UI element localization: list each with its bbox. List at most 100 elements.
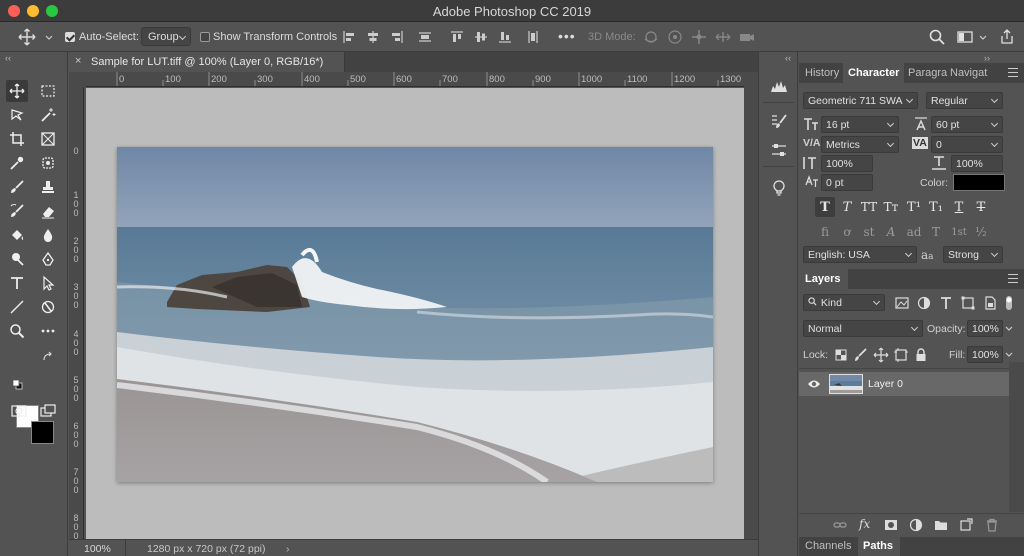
lasso-tool-icon[interactable] bbox=[6, 104, 28, 126]
layers-scrollbar[interactable] bbox=[1009, 362, 1024, 512]
eye-visibility-icon[interactable] bbox=[807, 378, 821, 390]
lock-all-icon[interactable] bbox=[913, 347, 929, 363]
align-top-icon[interactable] bbox=[448, 28, 466, 46]
align-right-icon[interactable] bbox=[388, 28, 406, 46]
trash-icon[interactable] bbox=[985, 518, 999, 532]
tab-layers[interactable]: Layers bbox=[799, 269, 849, 289]
expand-icon[interactable]: ‹‹ bbox=[785, 53, 791, 63]
layer-name[interactable]: Layer 0 bbox=[868, 378, 903, 390]
all-caps-button[interactable]: TT bbox=[859, 197, 879, 217]
more-tools-icon[interactable] bbox=[37, 320, 59, 342]
swap-colors-icon[interactable] bbox=[42, 351, 54, 363]
vertical-ruler[interactable]: 0 1 0 0 2 0 0 3 0 0 4 0 0 5 0 0 6 0 0 7 … bbox=[69, 87, 84, 539]
dodge-tool-icon[interactable] bbox=[6, 248, 28, 270]
lock-image-icon[interactable] bbox=[853, 347, 869, 363]
vertical-scale-field[interactable]: 100% bbox=[821, 155, 873, 172]
font-family-dropdown[interactable]: Geometric 711 SWA bbox=[803, 92, 918, 109]
ruler-origin[interactable] bbox=[69, 72, 86, 87]
fill-field[interactable]: 100% bbox=[967, 346, 1003, 363]
layer-row[interactable]: Layer 0 bbox=[799, 372, 1009, 396]
auto-select-checkbox[interactable] bbox=[65, 32, 75, 42]
canvas-vertical-scrollbar[interactable] bbox=[744, 72, 758, 539]
magic-wand-tool-icon[interactable] bbox=[37, 104, 59, 126]
canvas-area[interactable] bbox=[86, 88, 744, 539]
brush-settings-icon[interactable] bbox=[769, 140, 789, 160]
titling-alternates-button[interactable]: T bbox=[926, 223, 946, 241]
collapse-icon[interactable]: ›› bbox=[984, 53, 990, 63]
eyedropper-tool-icon[interactable] bbox=[6, 152, 28, 174]
chevron-down-icon[interactable] bbox=[1004, 347, 1014, 363]
ordinals-button[interactable]: 1st bbox=[949, 223, 969, 241]
align-vertical-center-icon[interactable] bbox=[472, 28, 490, 46]
zoom-level[interactable]: 100% bbox=[84, 543, 111, 555]
default-colors-icon[interactable] bbox=[12, 379, 24, 391]
tab-character[interactable]: Character bbox=[843, 63, 905, 83]
font-size-field[interactable]: 16 pt bbox=[821, 116, 899, 133]
filter-shape-icon[interactable] bbox=[960, 295, 976, 311]
workspace-icon[interactable] bbox=[956, 28, 974, 46]
lock-artboard-icon[interactable] bbox=[893, 347, 909, 363]
mask-icon[interactable] bbox=[884, 518, 898, 532]
panel-menu-icon[interactable] bbox=[1008, 68, 1018, 77]
layer-filter-dropdown[interactable]: Kind bbox=[803, 294, 885, 311]
link-icon[interactable] bbox=[833, 518, 847, 532]
faux-italic-button[interactable]: T bbox=[837, 197, 857, 217]
filter-type-icon[interactable] bbox=[938, 295, 954, 311]
kerning-dropdown[interactable]: Metrics bbox=[821, 136, 899, 153]
horizontal-ruler[interactable]: 0 100 200 300 400 500 600 700 800 900 10… bbox=[86, 72, 744, 87]
3d-camera-icon[interactable] bbox=[738, 28, 756, 46]
stylistic-alternates-button[interactable]: ad bbox=[904, 223, 924, 241]
lock-position-icon[interactable] bbox=[873, 347, 889, 363]
subscript-button[interactable]: T₁ bbox=[926, 197, 946, 217]
path-selection-tool-icon[interactable] bbox=[37, 272, 59, 294]
tracking-dropdown[interactable]: 0 bbox=[931, 136, 1003, 153]
3d-orbit-icon[interactable] bbox=[642, 28, 660, 46]
antialias-dropdown[interactable]: Strong bbox=[943, 246, 1003, 263]
align-horizontal-center-icon[interactable] bbox=[364, 28, 382, 46]
layers-list-empty-area[interactable] bbox=[799, 397, 1009, 509]
learn-lightbulb-icon[interactable] bbox=[769, 178, 789, 198]
swash-button[interactable]: A bbox=[881, 223, 901, 241]
strikethrough-button[interactable]: T bbox=[971, 197, 991, 217]
filter-toggle-icon[interactable] bbox=[1004, 295, 1014, 311]
move-tool-icon[interactable] bbox=[6, 80, 28, 102]
background-color-swatch[interactable] bbox=[31, 421, 54, 444]
brush-presets-icon[interactable] bbox=[769, 112, 789, 132]
tab-history[interactable]: History bbox=[805, 63, 839, 83]
fractions-button[interactable]: ½ bbox=[971, 223, 991, 241]
quick-mask-icon[interactable] bbox=[8, 400, 30, 422]
folder-icon[interactable] bbox=[934, 518, 948, 532]
pen-tool-icon[interactable] bbox=[37, 248, 59, 270]
line-tool-icon[interactable] bbox=[6, 296, 28, 318]
document-image[interactable] bbox=[117, 147, 713, 482]
distribute-vertical-icon[interactable] bbox=[524, 28, 542, 46]
document-tab[interactable]: × Sample for LUT.tiff @ 100% (Layer 0, R… bbox=[69, 52, 345, 72]
opacity-field[interactable]: 100% bbox=[967, 320, 1003, 337]
spot-healing-tool-icon[interactable] bbox=[37, 152, 59, 174]
collapse-icon[interactable]: ‹‹ bbox=[5, 53, 11, 63]
filter-pixel-icon[interactable] bbox=[894, 295, 910, 311]
font-style-dropdown[interactable]: Regular bbox=[926, 92, 1003, 109]
adjustment-icon[interactable] bbox=[909, 518, 923, 532]
brush-tool-icon[interactable] bbox=[6, 176, 28, 198]
3d-roll-icon[interactable] bbox=[666, 28, 684, 46]
eraser-tool-icon[interactable] bbox=[37, 200, 59, 222]
3d-pan-icon[interactable] bbox=[690, 28, 708, 46]
small-caps-button[interactable]: Tт bbox=[881, 197, 901, 217]
paint-bucket-tool-icon[interactable] bbox=[6, 224, 28, 246]
tab-navigator[interactable]: Navigat bbox=[950, 63, 987, 83]
contextual-alternates-button[interactable]: ơ bbox=[837, 223, 857, 241]
horizontal-scale-field[interactable]: 100% bbox=[951, 155, 1003, 172]
tab-channels[interactable]: Channels bbox=[805, 537, 851, 556]
distribute-icon[interactable] bbox=[416, 28, 434, 46]
more-options-button[interactable]: ••• bbox=[558, 28, 576, 44]
marquee-tool-icon[interactable] bbox=[37, 80, 59, 102]
status-menu-arrow[interactable]: › bbox=[286, 543, 290, 555]
panel-menu-icon[interactable] bbox=[1008, 274, 1018, 283]
align-bottom-icon[interactable] bbox=[496, 28, 514, 46]
move-tool-preset-icon[interactable] bbox=[18, 28, 36, 46]
underline-button[interactable]: T bbox=[949, 197, 969, 217]
chevron-down-icon[interactable] bbox=[974, 28, 987, 46]
share-icon[interactable] bbox=[998, 28, 1016, 46]
chevron-down-icon[interactable] bbox=[40, 28, 53, 46]
